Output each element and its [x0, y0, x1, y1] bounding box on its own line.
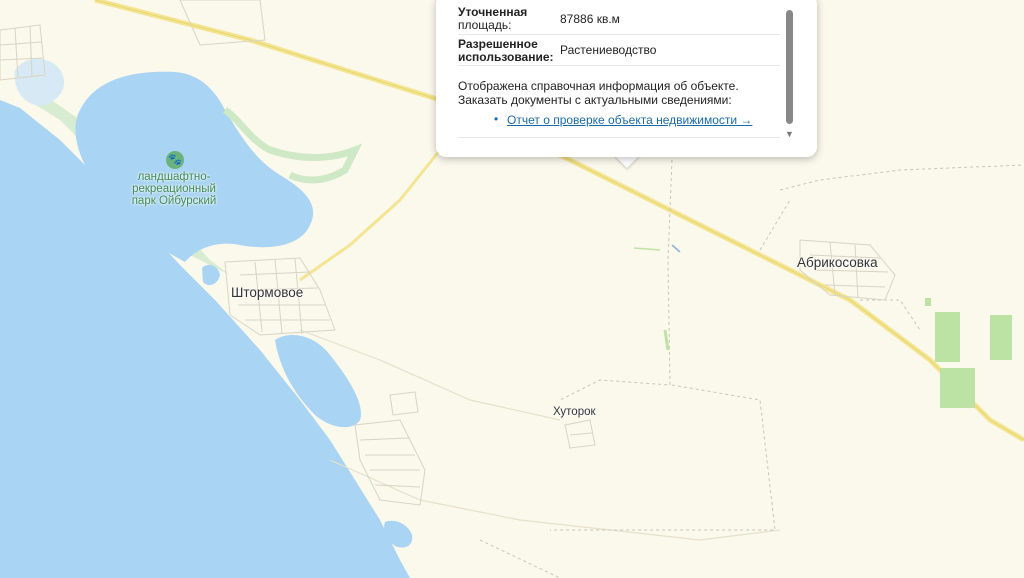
place-label-shtormovoe[interactable]: Штормовое [231, 285, 303, 300]
use-row: Разрешенное использование: Растениеводст… [458, 37, 780, 66]
use-label: Разрешенное использование: [458, 38, 554, 64]
info-line2: Заказать документы с актуальными сведени… [458, 93, 732, 107]
use-value: Растениеводство [560, 43, 657, 57]
popup-scrollbar[interactable] [786, 10, 793, 124]
scroll-down-arrow-icon[interactable]: ▼ [785, 129, 794, 139]
info-line1: Отображена справочная информация об объе… [458, 79, 739, 93]
area-value: 87886 кв.м [560, 12, 620, 26]
area-label-line2: площадь: [458, 18, 512, 32]
info-text: Отображена справочная информация об объе… [458, 79, 778, 107]
area-row: Уточненная площадь: 87886 кв.м [458, 4, 780, 35]
popup-divider [458, 136, 780, 138]
place-label-abrikosovka[interactable]: Абрикосовка [797, 255, 878, 270]
use-label-line2: использование: [458, 50, 554, 64]
park-label[interactable]: ландшафтно- рекреационный парк Ойбурский [118, 171, 230, 207]
area-label: Уточненная площадь: [458, 6, 527, 32]
park-label-line3: парк Ойбурский [131, 195, 217, 207]
park-label-line1: ландшафтно- [137, 171, 211, 183]
park-label-line2: рекреационный [132, 183, 216, 195]
object-info-popup: Уточненная площадь: 87886 кв.м Разрешенн… [436, 0, 817, 157]
park-paw-icon[interactable]: 🐾 [166, 151, 184, 169]
place-label-khutorok[interactable]: Хуторок [553, 406, 596, 418]
bullet-icon: • [494, 112, 499, 126]
report-link[interactable]: Отчет о проверке объекта недвижимости → [507, 113, 752, 127]
